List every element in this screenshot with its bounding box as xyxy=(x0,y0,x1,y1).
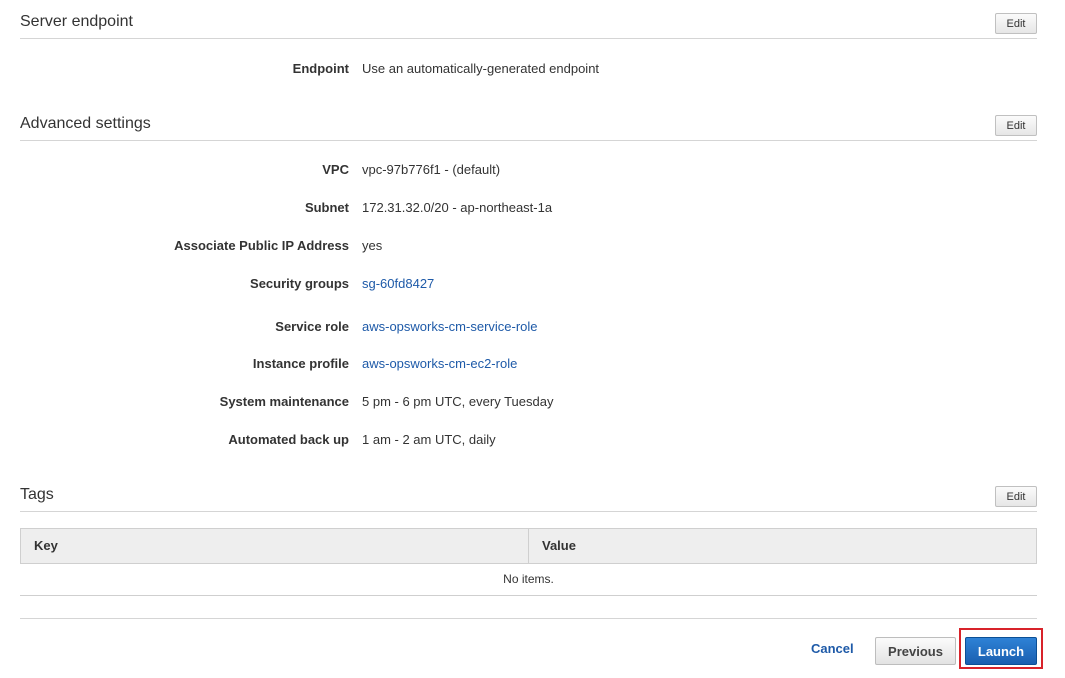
public-ip-row: Associate Public IP Address yes xyxy=(0,237,1065,255)
column-header-key[interactable]: Key xyxy=(21,529,529,563)
service-role-link[interactable]: aws-opsworks-cm-service-role xyxy=(362,318,538,336)
security-groups-row: Security groups sg-60fd8427 xyxy=(0,275,1065,293)
automated-backup-row: Automated back up 1 am - 2 am UTC, daily xyxy=(0,431,1065,449)
tags-title: Tags xyxy=(20,486,54,503)
system-maintenance-label: System maintenance xyxy=(219,394,349,409)
server-endpoint-edit-button[interactable]: Edit xyxy=(995,13,1037,34)
column-header-value[interactable]: Value xyxy=(529,529,576,563)
endpoint-value: Use an automatically-generated endpoint xyxy=(362,61,600,76)
security-group-link[interactable]: sg-60fd8427 xyxy=(362,275,434,293)
tags-header: Tags Edit xyxy=(20,481,1037,512)
footer-divider xyxy=(20,618,1037,619)
advanced-settings-title: Advanced settings xyxy=(20,115,151,132)
subnet-row: Subnet 172.31.32.0/20 - ap-northeast-1a xyxy=(0,199,1065,217)
instance-profile-link[interactable]: aws-opsworks-cm-ec2-role xyxy=(362,355,517,373)
vpc-value: vpc-97b776f1 - (default) xyxy=(362,162,501,177)
subnet-value: 172.31.32.0/20 - ap-northeast-1a xyxy=(362,200,553,215)
public-ip-label: Associate Public IP Address xyxy=(174,238,349,253)
subnet-label: Subnet xyxy=(304,200,349,215)
launch-button[interactable]: Launch xyxy=(965,637,1037,665)
automated-backup-value: 1 am - 2 am UTC, daily xyxy=(362,432,496,447)
cancel-button[interactable]: Cancel xyxy=(811,641,854,656)
vpc-row: VPC vpc-97b776f1 - (default) xyxy=(0,161,1065,179)
vpc-label: VPC xyxy=(322,162,349,177)
public-ip-value: yes xyxy=(362,238,383,253)
endpoint-label: Endpoint xyxy=(292,61,349,76)
server-endpoint-title: Server endpoint xyxy=(20,13,133,30)
server-endpoint-header: Server endpoint Edit xyxy=(20,8,1037,39)
tags-table-header: Key Value xyxy=(20,528,1037,564)
automated-backup-label: Automated back up xyxy=(228,432,349,447)
review-page: Server endpoint Edit Endpoint Use an aut… xyxy=(0,0,1065,678)
instance-profile-label: Instance profile xyxy=(252,356,349,371)
tags-edit-button[interactable]: Edit xyxy=(995,486,1037,507)
endpoint-row: Endpoint Use an automatically-generated … xyxy=(0,60,1065,78)
previous-button[interactable]: Previous xyxy=(875,637,956,665)
service-role-row: Service role aws-opsworks-cm-service-rol… xyxy=(0,318,1065,336)
tags-empty-message: No items. xyxy=(20,564,1037,596)
instance-profile-row: Instance profile aws-opsworks-cm-ec2-rol… xyxy=(0,355,1065,373)
security-groups-label: Security groups xyxy=(250,276,349,291)
advanced-settings-header: Advanced settings Edit xyxy=(20,110,1037,141)
service-role-label: Service role xyxy=(275,319,349,334)
tags-table: Key Value No items. xyxy=(20,528,1037,596)
advanced-settings-edit-button[interactable]: Edit xyxy=(995,115,1037,136)
system-maintenance-value: 5 pm - 6 pm UTC, every Tuesday xyxy=(362,394,554,409)
system-maintenance-row: System maintenance 5 pm - 6 pm UTC, ever… xyxy=(0,393,1065,411)
